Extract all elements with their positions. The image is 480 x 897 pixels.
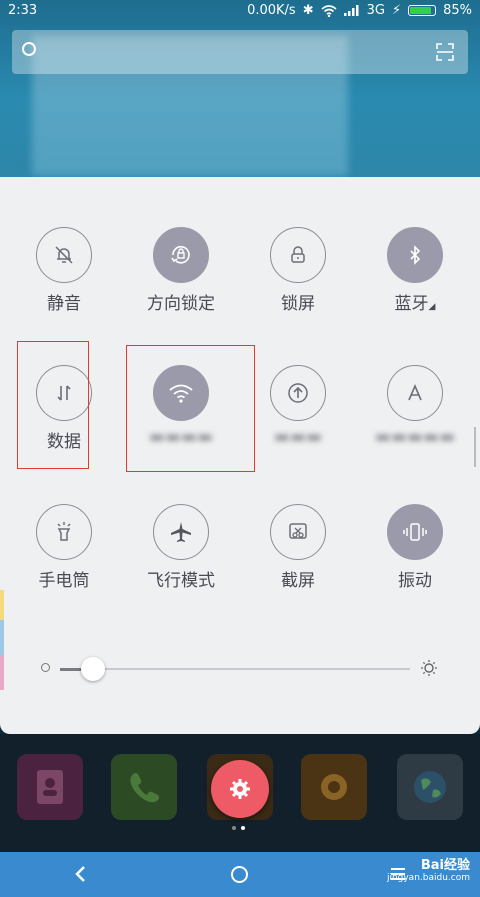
tile-label: ▬▬▬▬▬ — [374, 427, 456, 447]
app-browser[interactable] — [397, 754, 463, 820]
lock-icon — [270, 227, 326, 283]
brightness-track[interactable] — [60, 668, 410, 670]
tile-upload[interactable]: ▬▬▬ — [243, 365, 353, 447]
expand-arrow-icon[interactable]: ◢ — [429, 302, 436, 312]
tile-label: 方向锁定 — [147, 294, 215, 314]
tile-label: 手电筒 — [38, 571, 90, 591]
rotation-lock-icon — [153, 227, 209, 283]
battery-icon — [408, 5, 437, 16]
bluetooth-icon — [387, 227, 443, 283]
network-type: 3G — [366, 3, 385, 18]
tile-label: 振动 — [398, 571, 432, 591]
auto-brightness-icon — [387, 365, 443, 421]
tile-label: 飞行模式 — [147, 571, 215, 591]
globe-icon — [414, 771, 446, 803]
tile-airplane-mode[interactable]: 飞行模式 — [126, 504, 236, 591]
wifi-status-icon — [321, 4, 337, 17]
tile-lock-screen[interactable]: 锁屏 — [243, 227, 353, 314]
home-dock — [0, 734, 480, 852]
scroll-indicator — [474, 427, 476, 467]
page-indicator — [232, 826, 245, 830]
message-icon — [321, 774, 347, 800]
edge-strip — [0, 590, 4, 690]
page-dot-active[interactable] — [241, 826, 245, 830]
upload-icon — [270, 365, 326, 421]
signal-icon — [343, 5, 359, 16]
status-bar: 2:33 0.00K/s ✱ 3G ⚡ 85% — [0, 0, 480, 24]
tile-rotation-lock[interactable]: 方向锁定 — [126, 227, 236, 314]
watermark-url: jingyan.baidu.com — [386, 873, 470, 883]
status-time: 2:33 — [8, 3, 38, 18]
scan-icon[interactable] — [436, 43, 454, 61]
app-contacts[interactable] — [17, 754, 83, 820]
brightness-slider-handle[interactable] — [81, 657, 105, 681]
search-icon — [22, 42, 36, 56]
search-bar[interactable] — [12, 30, 468, 74]
tile-bluetooth[interactable]: 蓝牙◢ — [360, 227, 470, 314]
watermark-brand: Bai经验 — [420, 858, 470, 873]
brightness-low-icon — [41, 663, 50, 672]
tile-silent[interactable]: 静音 — [9, 227, 119, 314]
tile-label: 静音 — [47, 294, 81, 314]
tile-flashlight[interactable]: 手电筒 — [9, 504, 119, 591]
settings-button[interactable] — [211, 760, 269, 818]
tile-label-text: 蓝牙 — [394, 294, 429, 314]
screenshot-icon — [270, 504, 326, 560]
net-speed: 0.00K/s — [247, 3, 296, 18]
bluetooth-status-icon: ✱ — [302, 3, 314, 18]
phone-icon — [130, 773, 159, 803]
home-icon[interactable] — [231, 866, 248, 883]
navigation-bar: Bai经验 jingyan.baidu.com — [0, 852, 480, 897]
flashlight-icon — [36, 504, 92, 560]
tile-vibrate[interactable]: 振动 — [360, 504, 470, 591]
tile-screenshot[interactable]: 截屏 — [243, 504, 353, 591]
tile-label: 截屏 — [281, 571, 315, 591]
brightness-high-icon — [421, 660, 437, 676]
page-dot[interactable] — [232, 826, 236, 830]
vibrate-icon — [387, 504, 443, 560]
tile-label: ▬▬▬ — [273, 427, 323, 447]
wallpaper — [0, 0, 480, 180]
highlight-box-wifi — [126, 345, 255, 472]
contacts-icon — [37, 770, 63, 804]
gear-icon — [230, 779, 250, 799]
watermark: Bai经验 jingyan.baidu.com — [387, 854, 470, 883]
back-icon[interactable] — [72, 865, 90, 883]
app-messages[interactable] — [301, 754, 367, 820]
charging-icon: ⚡ — [391, 3, 402, 18]
battery-percent: 85% — [443, 3, 472, 18]
tile-label: 锁屏 — [281, 294, 315, 314]
app-phone[interactable] — [111, 754, 177, 820]
tile-auto-brightness[interactable]: ▬▬▬▬▬ — [360, 365, 470, 447]
tile-label: 蓝牙◢ — [360, 289, 470, 314]
quick-settings-panel: 静音 方向锁定 锁屏 蓝牙◢ 数据 ▬▬▬▬ ▬▬▬ ▬▬▬▬▬ 手电筒 飞行模… — [0, 177, 480, 734]
highlight-box-data — [17, 341, 89, 469]
airplane-icon — [153, 504, 209, 560]
bell-off-icon — [36, 227, 92, 283]
